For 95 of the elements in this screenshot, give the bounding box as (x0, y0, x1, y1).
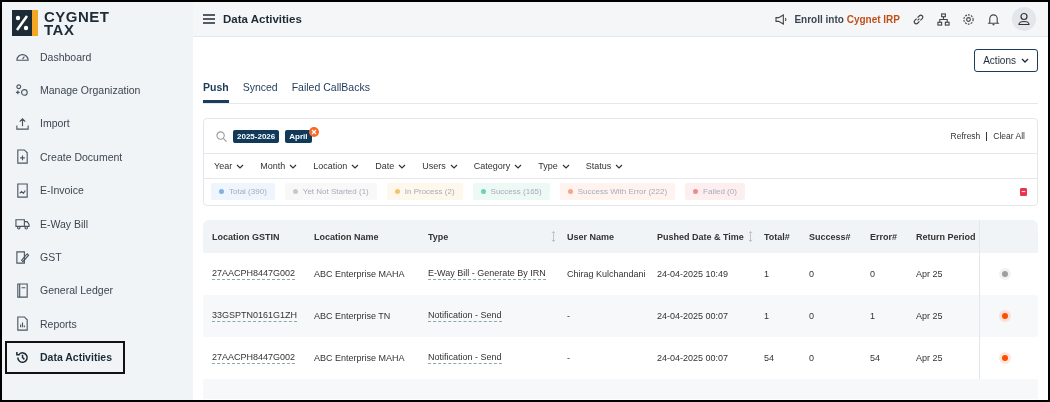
report-icon (15, 316, 30, 332)
gstin-link[interactable]: 27AACPH8447G002 (212, 352, 296, 364)
filter-dropdown[interactable]: Category (473, 161, 523, 171)
caret-icon (1021, 58, 1029, 63)
pen-icon (15, 249, 30, 265)
clear-all-link[interactable]: Clear All (993, 131, 1025, 141)
table-cell-text: 24-04-2025 00:07 (656, 353, 730, 363)
filter-dropdown[interactable]: Location (313, 161, 360, 171)
filter-dropdown[interactable]: Status (585, 161, 624, 171)
caret-icon (615, 163, 624, 169)
caret-icon (449, 163, 458, 169)
table-cell-text: - (566, 310, 571, 322)
logo-text: TAX (44, 23, 75, 36)
search-icon (216, 130, 227, 142)
refresh-link[interactable]: Refresh (950, 131, 981, 141)
column-header: Type (419, 230, 558, 243)
caret-icon (351, 163, 360, 169)
table-cell-text: 24-04-2025 10:49 (656, 269, 730, 279)
table-cell-text: Apr 25 (915, 353, 944, 363)
enroll-link[interactable]: Enroll into Cygnet IRP (794, 13, 900, 25)
sidebar-item[interactable]: Manage Organization (2, 73, 141, 107)
table-cell-text: 54 (763, 353, 775, 363)
table-cell-text: Apr 25 (915, 269, 944, 279)
upload-icon (15, 115, 30, 131)
table-cell-text: 1 (763, 269, 770, 279)
megaphone-icon (775, 13, 789, 25)
column-header: User Name (566, 230, 616, 243)
trash-icon[interactable] (1020, 187, 1027, 196)
filter-dropdown[interactable]: Date (375, 161, 407, 171)
sidebar-item[interactable]: Create Document (2, 140, 123, 174)
tab[interactable]: Push (203, 75, 229, 103)
table-cell-text: ABC Enterprise MAHA (313, 353, 406, 363)
table-cell-text: Apr 25 (915, 311, 944, 321)
invoice-icon (15, 182, 30, 198)
org-icon (15, 82, 30, 98)
sidebar-item[interactable]: E-Invoice (2, 173, 84, 207)
gstin-link[interactable]: 33GSPTN0161G1ZH (212, 310, 298, 322)
column-header: Total# (763, 231, 791, 242)
table-cell-text: ABC Enterprise TN (313, 311, 392, 321)
sidebar-item[interactable]: Reports (2, 307, 77, 341)
column-header: Error# (869, 231, 898, 242)
sidebar-item[interactable]: Data Activities (5, 340, 125, 374)
table-cell-text: 24-04-2025 00:07 (656, 311, 730, 321)
actions-button[interactable]: Actions (974, 49, 1038, 72)
column-header: Return Period (907, 230, 979, 243)
table-cell-text: ABC Enterprise MAHA (313, 269, 406, 279)
table-cell-text: 0 (808, 269, 815, 279)
caret-icon (398, 163, 407, 169)
sidebar-item[interactable]: Dashboard (2, 40, 92, 74)
tab[interactable]: Synced (242, 75, 278, 103)
logo-text: CYGNET (44, 10, 110, 23)
sidebar-item[interactable]: General Ledger (2, 273, 113, 308)
truck-icon (15, 216, 30, 232)
type-link[interactable]: Notification - Send (428, 352, 502, 364)
filter-dropdown[interactable]: Type (538, 161, 570, 171)
sidebar-item[interactable]: GST (2, 240, 62, 274)
caret-icon (236, 163, 245, 169)
table-cell-text: 54 (869, 353, 881, 363)
link-icon[interactable] (912, 12, 925, 26)
filter-dropdown[interactable]: Month (260, 161, 298, 171)
filter-tag[interactable]: 2025-2026 (233, 129, 280, 143)
caret-icon (514, 163, 523, 169)
filter-dropdown[interactable]: Year (214, 161, 245, 171)
gstin-link[interactable]: 27AACPH8447G002 (212, 268, 296, 280)
doc-plus-icon (15, 149, 30, 165)
bell-icon[interactable] (987, 12, 1000, 26)
filter-dropdown[interactable]: Users (422, 161, 458, 171)
table-cell-text: 0 (869, 269, 876, 279)
table-cell-text: 1 (763, 311, 770, 321)
sitemap-icon[interactable] (937, 12, 950, 26)
avatar-icon[interactable] (1012, 7, 1036, 31)
caret-icon (561, 163, 570, 169)
menu-icon[interactable] (203, 14, 215, 24)
type-link[interactable]: E-Way Bill - Generate By IRN (428, 268, 546, 280)
ledger-icon (15, 282, 30, 298)
table-cell-text: Chirag Kulchandani (566, 268, 647, 280)
caret-icon (289, 163, 298, 169)
type-link[interactable]: Notification - Send (428, 310, 502, 322)
close-icon[interactable] (308, 126, 319, 137)
page-title: Data Activities (223, 13, 302, 25)
settings-icon[interactable] (962, 12, 975, 26)
table-cell-text: 1 (869, 311, 876, 321)
tab[interactable]: Failed CallBacks (291, 75, 370, 103)
table-cell-text: - (566, 352, 571, 364)
sidebar-item[interactable]: Import (2, 106, 70, 141)
column-header: Pushed Date & Time (648, 230, 755, 243)
sidebar-item[interactable]: E-Way Bill (2, 206, 89, 241)
column-header: Location Name (313, 231, 380, 242)
column-header: Location GSTIN (211, 231, 281, 242)
table-cell-text: 0 (808, 353, 815, 363)
table-cell-text: 0 (808, 311, 815, 321)
column-header: Success# (808, 231, 852, 242)
logo-icon (12, 10, 38, 36)
filter-tag[interactable]: April (285, 129, 312, 143)
history-icon (15, 349, 30, 365)
